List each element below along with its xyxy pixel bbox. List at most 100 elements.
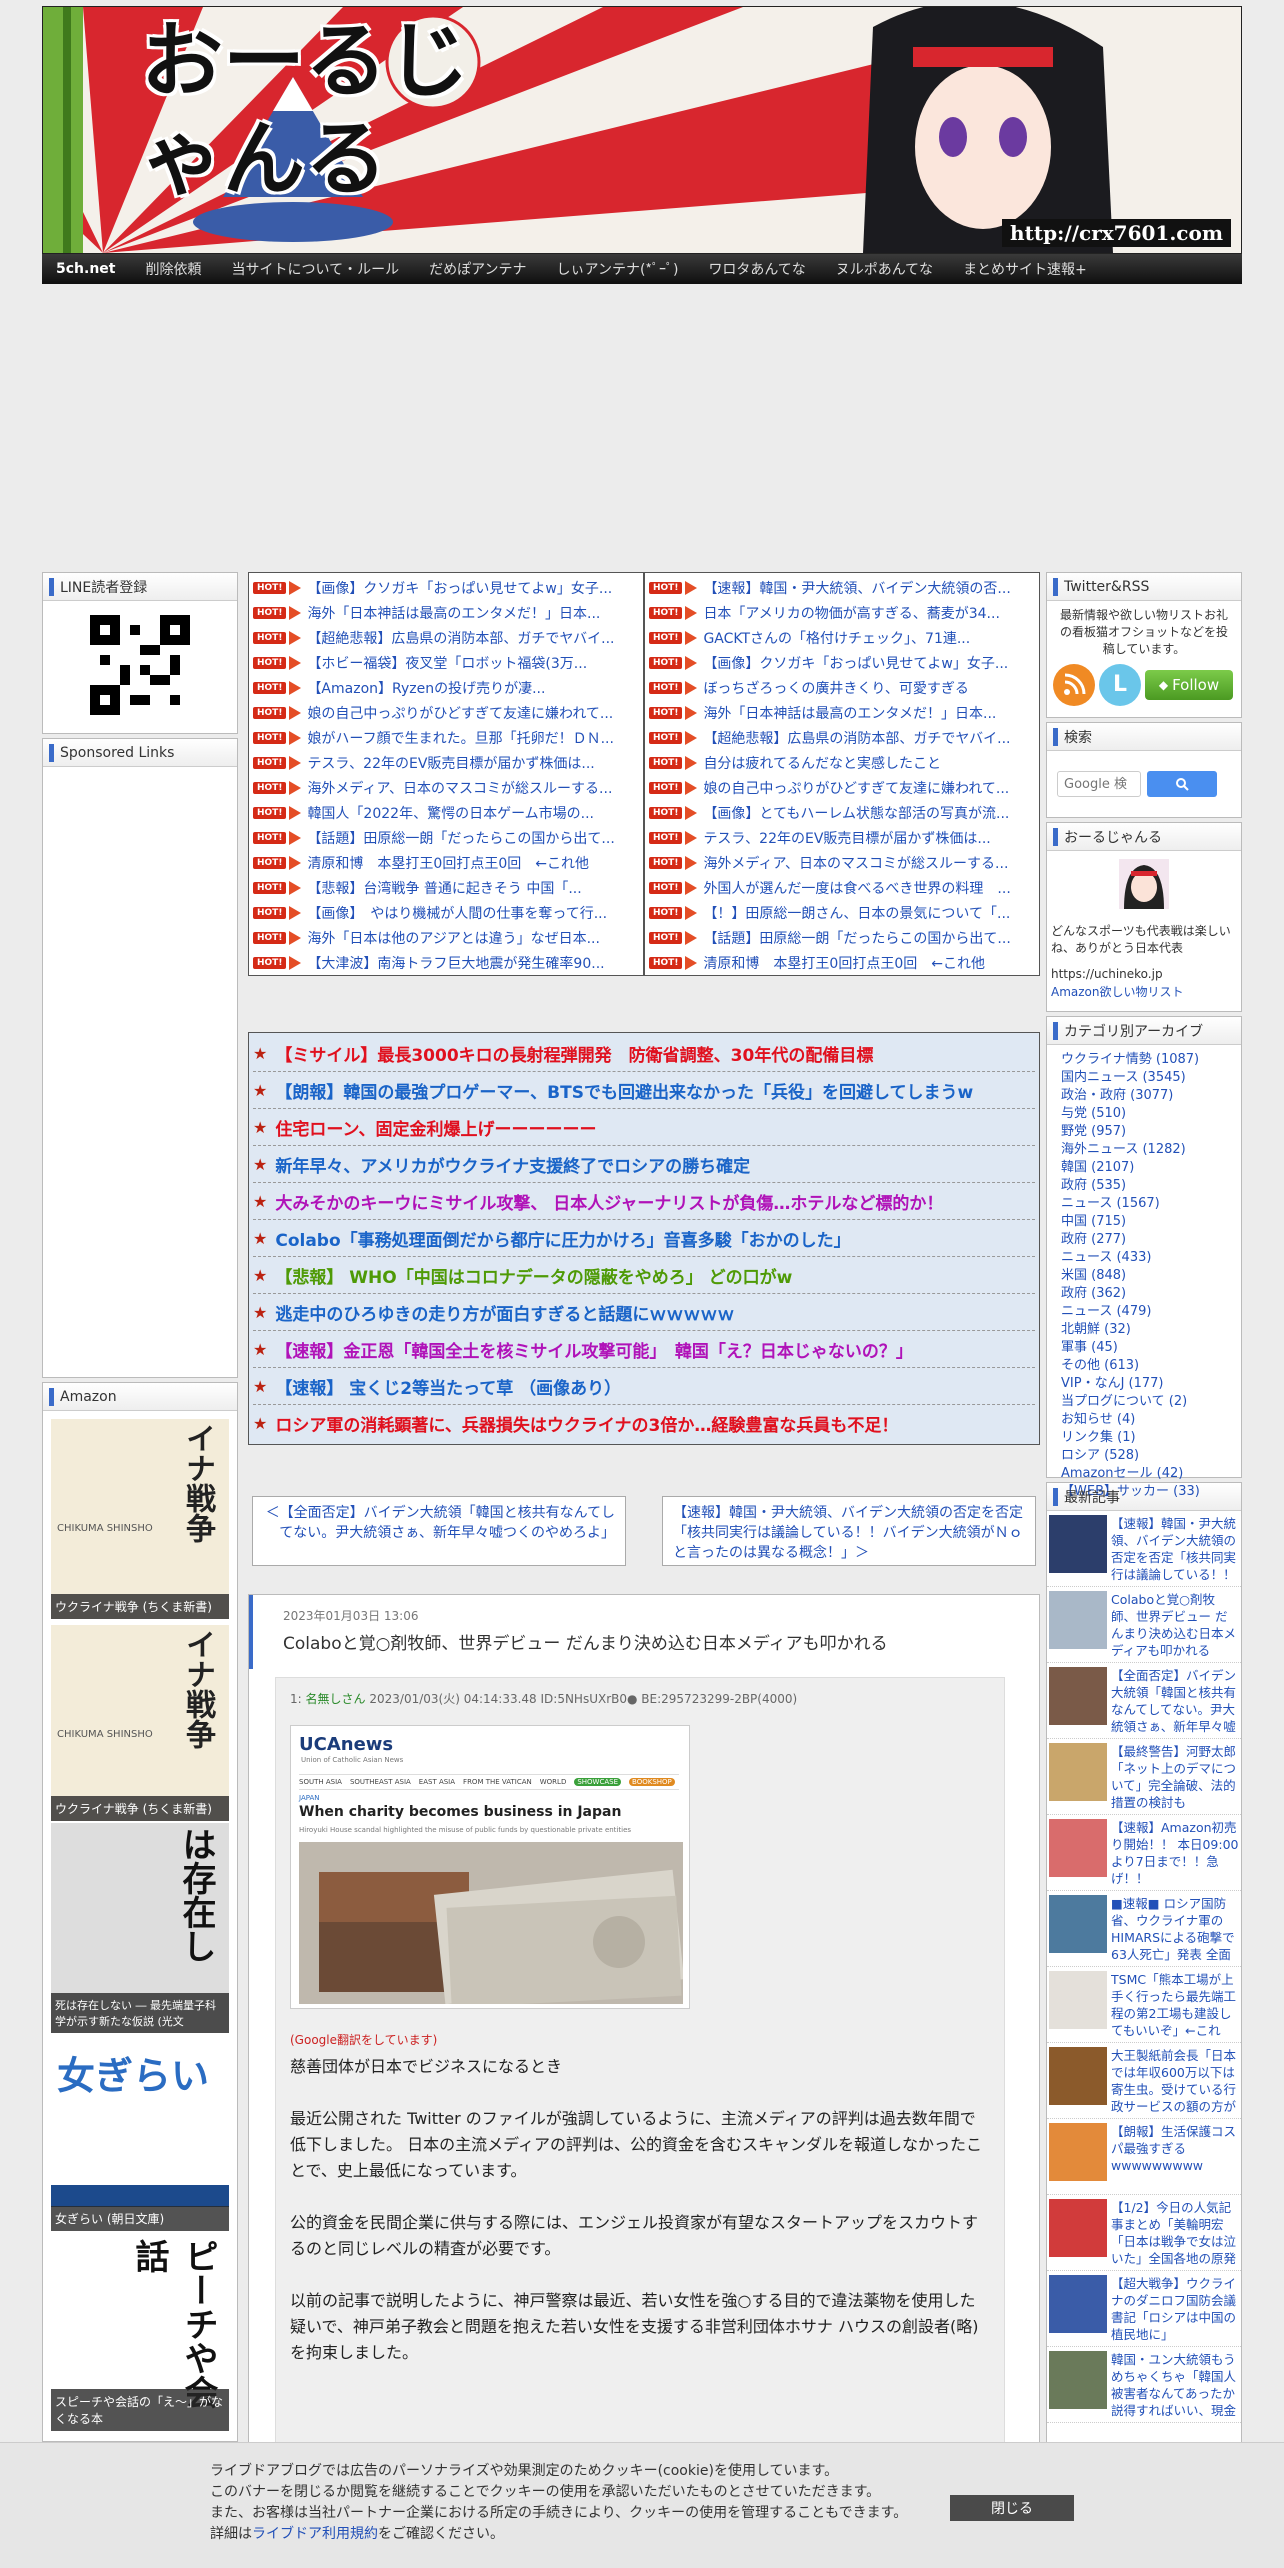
- rss-icon[interactable]: [1053, 664, 1095, 706]
- hot-list-link[interactable]: 【画像】 やはり機械が人間の仕事を奪って行...: [307, 903, 607, 923]
- hot-list-item[interactable]: HOT! テスラ、22年のEV販売目標が届かず株価は...: [649, 825, 1035, 850]
- headline-item[interactable]: ★ 【ミサイル】最長3000キロの長射程弾開発 防衛省調整、30年代の配備目標: [253, 1035, 1035, 1072]
- category-link[interactable]: お知らせ (4): [1061, 1411, 1241, 1429]
- search-button[interactable]: [1147, 771, 1217, 797]
- recent-article-link[interactable]: ■速報■ ロシア国防省、ウクライナ軍のHIMARSによる砲撃で63人死亡」発表 …: [1111, 1895, 1239, 1963]
- hot-list-item[interactable]: HOT! 海外メディア、日本のマスコミが総スルーする...: [649, 850, 1035, 875]
- category-link[interactable]: 米国 (848): [1061, 1267, 1241, 1285]
- hot-list-link[interactable]: 自分は疲れてるんだなと実感したこと: [703, 753, 941, 773]
- hot-list-item[interactable]: HOT! 海外「日本神話は最高のエンタメだ！」日本...: [253, 600, 639, 625]
- recent-article-link[interactable]: 大王製紙前会長「日本では年収600万以下は寄生虫。受けている行政サービスの額の方…: [1111, 2047, 1239, 2115]
- headline-item[interactable]: ★ ロシア軍の消耗顕著に、兵器損失はウクライナの3倍か…経験豊富な兵員も不足！: [253, 1405, 1035, 1442]
- recent-article-item[interactable]: 韓国・ユン大統領もうめちゃくちゃ「韓国人被害者なんてあったか説得すればいい、現金…: [1047, 2347, 1241, 2423]
- hot-list-link[interactable]: 【速報】韓国・尹大統領、バイデン大統領の否...: [703, 578, 1010, 598]
- hot-list-link[interactable]: 海外「日本は他のアジアとは違う」なぜ日本...: [307, 928, 600, 948]
- article-thumbnail[interactable]: [1049, 2123, 1107, 2181]
- headline-item[interactable]: ★ 【速報】 宝くじ2等当たって草 （画像あり）: [253, 1368, 1035, 1405]
- hot-list-item[interactable]: HOT! 娘がハーフ顔で生まれた。旦那「托卵だ！ＤＮ...: [253, 725, 639, 750]
- recent-article-link[interactable]: 【朗報】生活保護コスパ最強すぎるwwwwwwwww: [1111, 2123, 1239, 2191]
- hot-list-item[interactable]: HOT! GACKTさんの「格付けチェック」、71連...: [649, 625, 1035, 650]
- hot-list-link[interactable]: 【画像】クソガキ「おっぱい見せてよw」女子...: [307, 578, 612, 598]
- article-thumbnail[interactable]: [1049, 1743, 1107, 1801]
- headline-link[interactable]: 【速報】金正恩「韓国全土を核ミサイル攻撃可能」 韓国「え？日本じゃないの？」: [275, 1337, 913, 1362]
- category-link[interactable]: 国内ニュース (3545): [1061, 1069, 1241, 1087]
- hot-list-link[interactable]: テスラ、22年のEV販売目標が届かず株価は...: [307, 753, 594, 773]
- category-link[interactable]: 軍事 (45): [1061, 1339, 1241, 1357]
- hot-list-link[interactable]: 海外「日本神話は最高のエンタメだ！」日本...: [307, 603, 600, 623]
- hot-list-item[interactable]: HOT! 海外「日本神話は最高のエンタメだ！」日本...: [649, 700, 1035, 725]
- hot-list-item[interactable]: HOT! 韓国人「2022年、驚愕の日本ゲーム市場の...: [253, 800, 639, 825]
- hot-list-link[interactable]: テスラ、22年のEV販売目標が届かず株価は...: [703, 828, 990, 848]
- article-thumbnail[interactable]: [1049, 2199, 1107, 2257]
- hot-list-link[interactable]: 【ホビー福袋】夜叉堂「ロボット福袋(3万...: [307, 653, 587, 673]
- category-link[interactable]: ロシア (528): [1061, 1447, 1241, 1465]
- hot-list-item[interactable]: HOT! 海外メディア、日本のマスコミが総スルーする...: [253, 775, 639, 800]
- hot-list-link[interactable]: 【話題】田原総一朗「だったらこの国から出て...: [703, 928, 1010, 948]
- hot-list-item[interactable]: HOT! 【画像】クソガキ「おっぱい見せてよw」女子...: [649, 650, 1035, 675]
- hot-list-link[interactable]: 海外メディア、日本のマスコミが総スルーする...: [703, 853, 1008, 873]
- hot-list-link[interactable]: 日本「アメリカの物価が高すぎる、蕎麦が34...: [703, 603, 999, 623]
- recent-article-link[interactable]: 【最終警告】河野太郎「ネット上のデマについて」完全論破、法的措置の検討も: [1111, 1743, 1239, 1811]
- recent-article-item[interactable]: 【1/2】今日の人気記事まとめ「美輪明宏「日本は戦争で女は泣いた」全国各地の原発…: [1047, 2195, 1241, 2271]
- category-link[interactable]: ニュース (433): [1061, 1249, 1241, 1267]
- headline-link[interactable]: 【ミサイル】最長3000キロの長射程弾開発 防衛省調整、30年代の配備目標: [275, 1041, 873, 1066]
- nav-5ch[interactable]: 5ch.net: [56, 261, 115, 277]
- nav-shii[interactable]: しぃアンテナ(*ﾟｰﾟ): [557, 259, 679, 279]
- search-input[interactable]: [1057, 771, 1141, 797]
- hot-list-item[interactable]: HOT! 【超絶悲報】広島県の消防本部、ガチでヤバイ...: [649, 725, 1035, 750]
- headline-item[interactable]: ★ 大みそかのキーウにミサイル攻撃、 日本人ジャーナリストが負傷…ホテルなど標的か…: [253, 1183, 1035, 1220]
- hot-list-link[interactable]: 【話題】田原総一朗「だったらこの国から出て...: [307, 828, 614, 848]
- amazon-book[interactable]: 女ぎらい 女ぎらい (朝日文庫): [51, 2035, 229, 2231]
- hot-list-item[interactable]: HOT! 娘の自己中っぷりがひどすぎて友達に嫌われて...: [253, 700, 639, 725]
- terms-link[interactable]: ライブドア利用規約: [252, 2526, 378, 2542]
- nav-about[interactable]: 当サイトについて・ルール: [231, 259, 399, 279]
- hot-list-item[interactable]: HOT! 外国人が選んだ一度は食べるべき世界の料理 ...: [649, 875, 1035, 900]
- article-thumbnail[interactable]: [1049, 2275, 1107, 2333]
- hot-list-link[interactable]: 【！】田原総一朗さん、日本の景気について「...: [703, 903, 1010, 923]
- headline-item[interactable]: ★ 逃走中のひろゆきの走り方が面白すぎると話題にｗｗｗｗｗ: [253, 1294, 1035, 1331]
- hot-list-link[interactable]: 海外メディア、日本のマスコミが総スルーする...: [307, 778, 612, 798]
- hot-list-item[interactable]: HOT! 【画像】クソガキ「おっぱい見せてよw」女子...: [253, 575, 639, 600]
- hot-list-item[interactable]: HOT! ぼっちざろっくの廣井きくり、可愛すぎる: [649, 675, 1035, 700]
- cookie-close-button[interactable]: 閉じる: [950, 2495, 1074, 2521]
- recent-article-item[interactable]: 【超大戦争】ウクライナのダニロフ国防会議書記「ロシアは中国の植民地に」: [1047, 2271, 1241, 2347]
- recent-article-item[interactable]: 【朗報】生活保護コスパ最強すぎるwwwwwwwww: [1047, 2119, 1241, 2195]
- hot-list-link[interactable]: 海外「日本神話は最高のエンタメだ！」日本...: [703, 703, 996, 723]
- hot-list-item[interactable]: HOT! 【ホビー福袋】夜叉堂「ロボット福袋(3万...: [253, 650, 639, 675]
- hot-list-link[interactable]: 韓国人「2022年、驚愕の日本ゲーム市場の...: [307, 803, 594, 823]
- category-link[interactable]: その他 (613): [1061, 1357, 1241, 1375]
- nav-delete-request[interactable]: 削除依頼: [145, 259, 201, 279]
- category-link[interactable]: 政府 (277): [1061, 1231, 1241, 1249]
- recent-article-link[interactable]: 【速報】韓国・尹大統領、バイデン大統領の否定を否定「核共同実行は議論している！！…: [1111, 1515, 1239, 1583]
- nav-nurupo[interactable]: ヌルポあんてな: [836, 259, 933, 279]
- category-link[interactable]: ニュース (1567): [1061, 1195, 1241, 1213]
- nav-matome[interactable]: まとめサイト速報+: [963, 259, 1087, 279]
- headline-link[interactable]: 大みそかのキーウにミサイル攻撃、 日本人ジャーナリストが負傷…ホテルなど標的か！: [275, 1189, 943, 1214]
- category-link[interactable]: 政府 (535): [1061, 1177, 1241, 1195]
- recent-article-link[interactable]: TSMC「熊本工場が上手く行ったら最先端工程の第2工場も建設してもいいぞ」←これ: [1111, 1971, 1239, 2039]
- hot-list-item[interactable]: HOT! 海外「日本は他のアジアとは違う」なぜ日本...: [253, 925, 639, 950]
- article-thumbnail[interactable]: [1049, 1667, 1107, 1725]
- recent-article-item[interactable]: Colaboと覚○剤牧師、世界デビュー だんまり決め込む日本メディアも叩かれる: [1047, 1587, 1241, 1663]
- headline-item[interactable]: ★ 【朗報】韓国の最強プロゲーマー、BTSでも回避出来なかった「兵役」を回避してし…: [253, 1072, 1035, 1109]
- article-thumbnail[interactable]: [1049, 1591, 1107, 1649]
- category-link[interactable]: ウクライナ情勢 (1087): [1061, 1051, 1241, 1069]
- category-link[interactable]: 中国 (715): [1061, 1213, 1241, 1231]
- category-link[interactable]: 北朝鮮 (32): [1061, 1321, 1241, 1339]
- hot-list-link[interactable]: 娘がハーフ顔で生まれた。旦那「托卵だ！ＤＮ...: [307, 728, 614, 748]
- hot-list-link[interactable]: 【画像】とてもハーレム状態な部活の写真が流...: [703, 803, 1009, 823]
- recent-article-link[interactable]: 【1/2】今日の人気記事まとめ「美輪明宏「日本は戦争で女は泣いた」全国各地の原発…: [1111, 2199, 1239, 2267]
- category-link[interactable]: 当プログについて (2): [1061, 1393, 1241, 1411]
- hot-list-link[interactable]: 【Amazon】Ryzenの投げ売りが凄...: [307, 678, 545, 698]
- hot-list-link[interactable]: 清原和博 本塁打王0回打点王0回 ←これ他: [307, 853, 589, 873]
- hot-list-link[interactable]: 【悲報】台湾戦争 普通に起きそう 中国「...: [307, 878, 581, 898]
- headline-link[interactable]: 【悲報】 WHO「中国はコロナデータの隠蔽をやめろ」 どの口がw: [275, 1263, 792, 1288]
- ucanews-screenshot[interactable]: UCAnews Union of Catholic Asian News SOU…: [290, 1725, 690, 2009]
- category-link[interactable]: 与党 (510): [1061, 1105, 1241, 1123]
- headline-link[interactable]: 【速報】 宝くじ2等当たって草 （画像あり）: [275, 1374, 621, 1399]
- article-thumbnail[interactable]: [1049, 1515, 1107, 1573]
- line-qr-code[interactable]: [90, 615, 190, 715]
- hot-list-link[interactable]: 【超絶悲報】広島県の消防本部、ガチでヤバイ...: [307, 628, 614, 648]
- category-link[interactable]: 海外ニュース (1282): [1061, 1141, 1241, 1159]
- headline-link[interactable]: Colabo「事務処理面倒だから都庁に圧力かけろ」音喜多駿「おかのした」: [275, 1226, 850, 1251]
